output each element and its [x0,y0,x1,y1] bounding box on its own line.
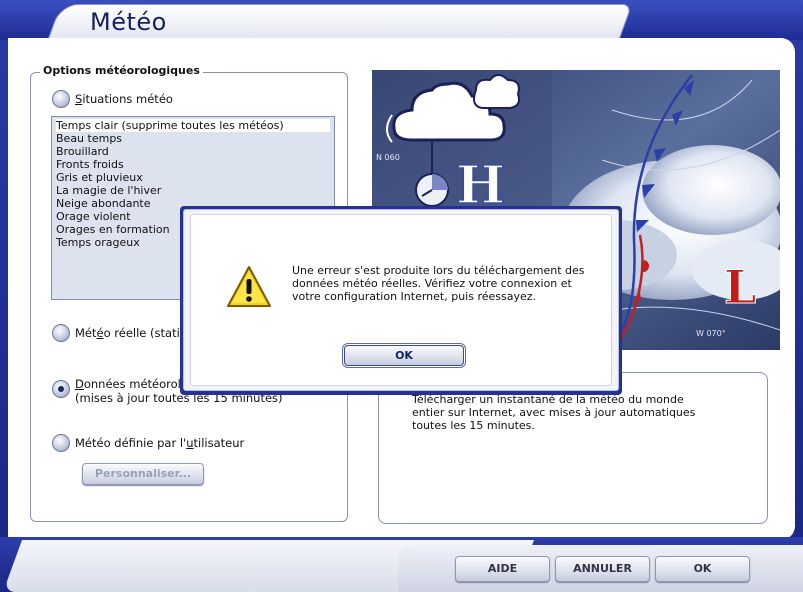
list-item[interactable]: Beau temps [56,132,122,145]
personnaliser-button[interactable]: Personnaliser... [82,463,204,485]
radio-meteo-reelle[interactable] [52,324,70,342]
radio-situations-meteo[interactable] [52,90,70,108]
access-key: D [75,377,84,391]
map-label-w: W 070° [696,329,726,338]
list-item[interactable]: Fronts froids [56,158,124,171]
low-pressure-letter: L [724,260,756,314]
radio-meteo-reelle-label[interactable]: Météo réelle (statio [75,326,187,340]
error-message: Une erreur s'est produite lors du téléch… [292,264,585,303]
ok-button[interactable]: OK [655,556,750,582]
annuler-button[interactable]: ANNULER [555,556,650,582]
list-item[interactable]: Brouillard [56,145,109,158]
weather-options-legend: Options météorologiques [40,64,203,77]
label-text: onnées météorol [83,377,181,391]
label-text: Mét [75,326,97,340]
label-text: tilisateur [193,436,245,450]
label-text: Météo définie par l' [75,436,187,450]
radio-meteo-utilisateur-label[interactable]: Météo définie par l'utilisateur [75,436,244,450]
aide-button[interactable]: AIDE [455,556,550,582]
dialog-ok-button[interactable]: OK [344,345,464,366]
label-text: o réelle (statio [103,326,187,340]
list-item[interactable]: Orages en formation [56,223,170,236]
warning-icon [226,264,272,314]
list-item[interactable]: La magie de l'hiver [56,184,161,197]
list-item[interactable]: Gris et pluvieux [56,171,143,184]
list-item[interactable]: Temps orageux [56,236,140,249]
window-title: Météo [90,8,167,36]
list-item-selected[interactable]: Temps clair (supprime toutes les météos) [56,119,330,132]
description-text: Télécharger un instantané de la météo du… [412,393,696,432]
map-label-n: N 060 [376,153,400,162]
radio-situations-meteo-label[interactable]: Situations météo [75,92,173,106]
radio-meteo-utilisateur[interactable] [52,434,70,452]
label-text: ituations météo [82,92,173,106]
list-item[interactable]: Orage violent [56,210,131,223]
access-key: u [186,436,194,450]
list-item[interactable]: Neige abondante [56,197,151,210]
radio-donnees-meteo[interactable] [52,380,70,398]
access-key: é [96,326,104,340]
radio-donnees-meteo-label[interactable]: Données météorol [75,377,181,391]
